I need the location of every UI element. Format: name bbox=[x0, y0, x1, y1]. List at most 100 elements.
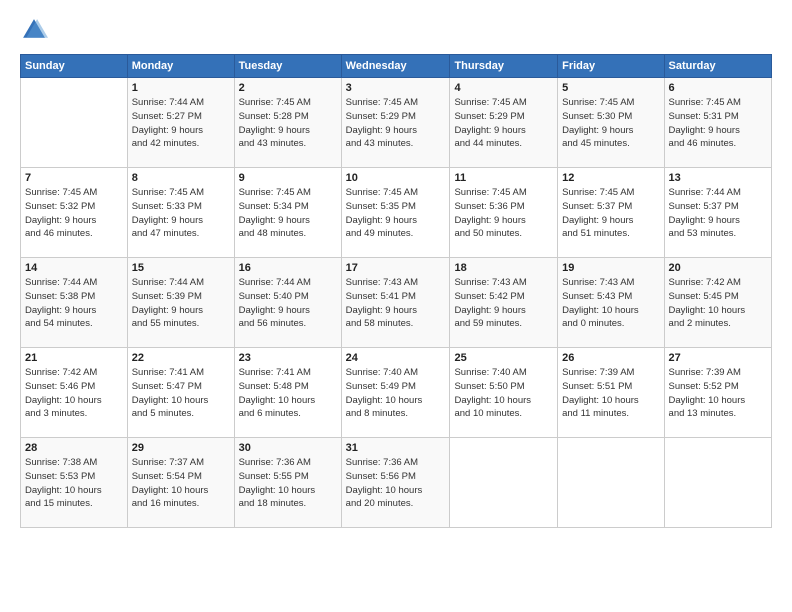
day-number: 11 bbox=[454, 172, 553, 184]
week-row-4: 28Sunrise: 7:38 AM Sunset: 5:53 PM Dayli… bbox=[21, 438, 772, 528]
calendar-header: SundayMondayTuesdayWednesdayThursdayFrid… bbox=[21, 55, 772, 78]
page: SundayMondayTuesdayWednesdayThursdayFrid… bbox=[0, 0, 792, 612]
day-info: Sunrise: 7:43 AM Sunset: 5:42 PM Dayligh… bbox=[454, 276, 553, 331]
calendar-cell: 2 Sunrise: 7:45 AM Sunset: 5:28 PM Daylig… bbox=[234, 78, 341, 168]
day-info: Sunrise: 7:45 AM Sunset: 5:28 PM Dayligh… bbox=[239, 96, 337, 151]
calendar-cell: 4 Sunrise: 7:45 AM Sunset: 5:29 PM Daylig… bbox=[450, 78, 558, 168]
day-header-monday: Monday bbox=[127, 55, 234, 78]
day-header-friday: Friday bbox=[558, 55, 664, 78]
calendar-cell: 14 Sunrise: 7:44 AM Sunset: 5:38 PM Dayli… bbox=[21, 258, 128, 348]
day-number: 4 bbox=[454, 82, 553, 94]
week-row-1: 7 Sunrise: 7:45 AM Sunset: 5:32 PM Daylig… bbox=[21, 168, 772, 258]
calendar-cell: 7 Sunrise: 7:45 AM Sunset: 5:32 PM Daylig… bbox=[21, 168, 128, 258]
day-number: 13 bbox=[669, 172, 767, 184]
day-number: 1 bbox=[132, 82, 230, 94]
day-info: Sunrise: 7:39 AM Sunset: 5:51 PM Dayligh… bbox=[562, 366, 659, 421]
day-number: 5 bbox=[562, 82, 659, 94]
calendar-cell: 1 Sunrise: 7:44 AM Sunset: 5:27 PM Daylig… bbox=[127, 78, 234, 168]
day-info: Sunrise: 7:45 AM Sunset: 5:29 PM Dayligh… bbox=[346, 96, 446, 151]
day-header-sunday: Sunday bbox=[21, 55, 128, 78]
day-info: Sunrise: 7:45 AM Sunset: 5:32 PM Dayligh… bbox=[25, 186, 123, 241]
day-info: Sunrise: 7:42 AM Sunset: 5:45 PM Dayligh… bbox=[669, 276, 767, 331]
day-header-saturday: Saturday bbox=[664, 55, 771, 78]
day-number: 6 bbox=[669, 82, 767, 94]
calendar-cell: 26 Sunrise: 7:39 AM Sunset: 5:51 PM Dayli… bbox=[558, 348, 664, 438]
day-info: Sunrise: 7:44 AM Sunset: 5:27 PM Dayligh… bbox=[132, 96, 230, 151]
day-info: Sunrise: 7:36 AM Sunset: 5:56 PM Dayligh… bbox=[346, 456, 446, 511]
day-number: 12 bbox=[562, 172, 659, 184]
day-info: Sunrise: 7:39 AM Sunset: 5:52 PM Dayligh… bbox=[669, 366, 767, 421]
calendar-cell: 3 Sunrise: 7:45 AM Sunset: 5:29 PM Daylig… bbox=[341, 78, 450, 168]
calendar-cell: 29 Sunrise: 7:37 AM Sunset: 5:54 PM Dayli… bbox=[127, 438, 234, 528]
day-number: 23 bbox=[239, 352, 337, 364]
day-number: 21 bbox=[25, 352, 123, 364]
header bbox=[20, 16, 772, 44]
day-number: 17 bbox=[346, 262, 446, 274]
calendar-cell: 15 Sunrise: 7:44 AM Sunset: 5:39 PM Dayli… bbox=[127, 258, 234, 348]
day-info: Sunrise: 7:40 AM Sunset: 5:49 PM Dayligh… bbox=[346, 366, 446, 421]
day-number: 31 bbox=[346, 442, 446, 454]
day-number: 19 bbox=[562, 262, 659, 274]
day-header-tuesday: Tuesday bbox=[234, 55, 341, 78]
calendar-cell: 20 Sunrise: 7:42 AM Sunset: 5:45 PM Dayli… bbox=[664, 258, 771, 348]
day-number: 14 bbox=[25, 262, 123, 274]
calendar-cell: 21 Sunrise: 7:42 AM Sunset: 5:46 PM Dayli… bbox=[21, 348, 128, 438]
day-info: Sunrise: 7:45 AM Sunset: 5:33 PM Dayligh… bbox=[132, 186, 230, 241]
logo-icon bbox=[20, 16, 48, 44]
day-number: 2 bbox=[239, 82, 337, 94]
day-info: Sunrise: 7:43 AM Sunset: 5:43 PM Dayligh… bbox=[562, 276, 659, 331]
calendar-cell: 25 Sunrise: 7:40 AM Sunset: 5:50 PM Dayli… bbox=[450, 348, 558, 438]
calendar-cell: 28Sunrise: 7:38 AM Sunset: 5:53 PM Dayli… bbox=[21, 438, 128, 528]
day-number: 7 bbox=[25, 172, 123, 184]
calendar-cell: 30 Sunrise: 7:36 AM Sunset: 5:55 PM Dayli… bbox=[234, 438, 341, 528]
day-info: Sunrise: 7:44 AM Sunset: 5:38 PM Dayligh… bbox=[25, 276, 123, 331]
calendar-cell: 19 Sunrise: 7:43 AM Sunset: 5:43 PM Dayli… bbox=[558, 258, 664, 348]
day-number: 24 bbox=[346, 352, 446, 364]
day-number: 15 bbox=[132, 262, 230, 274]
day-info: Sunrise: 7:37 AM Sunset: 5:54 PM Dayligh… bbox=[132, 456, 230, 511]
calendar-cell: 8 Sunrise: 7:45 AM Sunset: 5:33 PM Daylig… bbox=[127, 168, 234, 258]
calendar-body: 1 Sunrise: 7:44 AM Sunset: 5:27 PM Daylig… bbox=[21, 78, 772, 528]
calendar-cell bbox=[21, 78, 128, 168]
day-info: Sunrise: 7:45 AM Sunset: 5:31 PM Dayligh… bbox=[669, 96, 767, 151]
day-info: Sunrise: 7:44 AM Sunset: 5:37 PM Dayligh… bbox=[669, 186, 767, 241]
day-number: 30 bbox=[239, 442, 337, 454]
day-number: 16 bbox=[239, 262, 337, 274]
days-header-row: SundayMondayTuesdayWednesdayThursdayFrid… bbox=[21, 55, 772, 78]
calendar-cell: 27 Sunrise: 7:39 AM Sunset: 5:52 PM Dayli… bbox=[664, 348, 771, 438]
week-row-3: 21 Sunrise: 7:42 AM Sunset: 5:46 PM Dayli… bbox=[21, 348, 772, 438]
week-row-0: 1 Sunrise: 7:44 AM Sunset: 5:27 PM Daylig… bbox=[21, 78, 772, 168]
day-number: 9 bbox=[239, 172, 337, 184]
calendar-cell: 6 Sunrise: 7:45 AM Sunset: 5:31 PM Daylig… bbox=[664, 78, 771, 168]
day-number: 29 bbox=[132, 442, 230, 454]
day-info: Sunrise: 7:44 AM Sunset: 5:40 PM Dayligh… bbox=[239, 276, 337, 331]
calendar-cell: 23Sunrise: 7:41 AM Sunset: 5:48 PM Dayli… bbox=[234, 348, 341, 438]
calendar-cell bbox=[450, 438, 558, 528]
day-info: Sunrise: 7:42 AM Sunset: 5:46 PM Dayligh… bbox=[25, 366, 123, 421]
calendar-cell: 13 Sunrise: 7:44 AM Sunset: 5:37 PM Dayli… bbox=[664, 168, 771, 258]
day-info: Sunrise: 7:40 AM Sunset: 5:50 PM Dayligh… bbox=[454, 366, 553, 421]
day-number: 25 bbox=[454, 352, 553, 364]
day-number: 8 bbox=[132, 172, 230, 184]
calendar: SundayMondayTuesdayWednesdayThursdayFrid… bbox=[20, 54, 772, 528]
day-info: Sunrise: 7:45 AM Sunset: 5:37 PM Dayligh… bbox=[562, 186, 659, 241]
day-info: Sunrise: 7:45 AM Sunset: 5:30 PM Dayligh… bbox=[562, 96, 659, 151]
calendar-cell: 17Sunrise: 7:43 AM Sunset: 5:41 PM Dayli… bbox=[341, 258, 450, 348]
day-header-thursday: Thursday bbox=[450, 55, 558, 78]
day-number: 26 bbox=[562, 352, 659, 364]
day-number: 27 bbox=[669, 352, 767, 364]
calendar-cell: 16 Sunrise: 7:44 AM Sunset: 5:40 PM Dayli… bbox=[234, 258, 341, 348]
day-number: 3 bbox=[346, 82, 446, 94]
calendar-cell: 10 Sunrise: 7:45 AM Sunset: 5:35 PM Dayli… bbox=[341, 168, 450, 258]
day-number: 20 bbox=[669, 262, 767, 274]
day-info: Sunrise: 7:45 AM Sunset: 5:35 PM Dayligh… bbox=[346, 186, 446, 241]
calendar-cell: 22Sunrise: 7:41 AM Sunset: 5:47 PM Dayli… bbox=[127, 348, 234, 438]
day-info: Sunrise: 7:44 AM Sunset: 5:39 PM Dayligh… bbox=[132, 276, 230, 331]
calendar-cell: 5 Sunrise: 7:45 AM Sunset: 5:30 PM Daylig… bbox=[558, 78, 664, 168]
day-number: 10 bbox=[346, 172, 446, 184]
day-info: Sunrise: 7:45 AM Sunset: 5:36 PM Dayligh… bbox=[454, 186, 553, 241]
day-info: Sunrise: 7:36 AM Sunset: 5:55 PM Dayligh… bbox=[239, 456, 337, 511]
day-info: Sunrise: 7:38 AM Sunset: 5:53 PM Dayligh… bbox=[25, 456, 123, 511]
day-info: Sunrise: 7:45 AM Sunset: 5:29 PM Dayligh… bbox=[454, 96, 553, 151]
calendar-cell: 9Sunrise: 7:45 AM Sunset: 5:34 PM Daylig… bbox=[234, 168, 341, 258]
